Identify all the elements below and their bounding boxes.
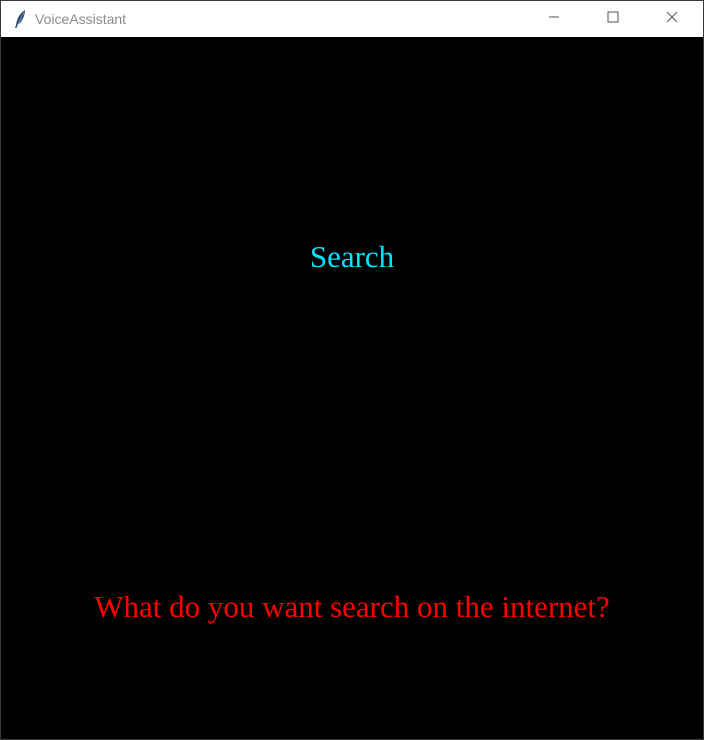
minimize-button[interactable] [525,1,583,37]
window-title: VoiceAssistant [35,11,127,27]
feather-icon [13,9,27,29]
minimize-icon [548,10,560,28]
close-button[interactable] [643,1,701,37]
maximize-button[interactable] [584,1,642,37]
maximize-icon [607,10,619,28]
search-heading: Search [309,239,395,274]
app-window: VoiceAssistant Search What do you want s… [0,0,704,740]
title-bar[interactable]: VoiceAssistant [1,1,703,37]
main-canvas: Search What do you want search on the in… [1,37,703,739]
search-prompt: What do you want search on the internet? [94,589,610,624]
close-icon [666,10,678,28]
